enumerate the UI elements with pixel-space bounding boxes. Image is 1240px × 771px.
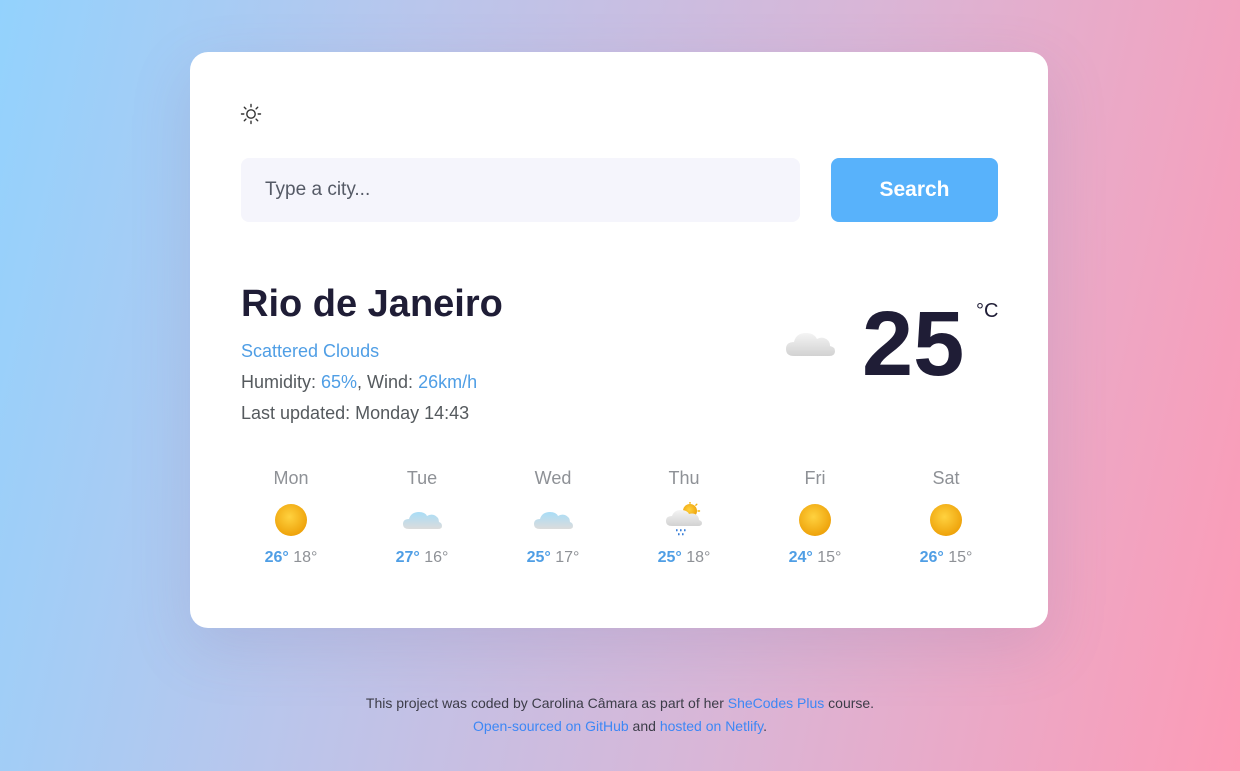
forecast-max: 25° [526, 549, 551, 566]
search-input[interactable] [241, 158, 800, 222]
forecast-day: Thu 25° 18° [634, 466, 734, 568]
forecast-day-name: Thu [668, 468, 700, 488]
current-temperature-block: 25 °C [780, 292, 1000, 402]
temperature-unit[interactable]: °C [976, 300, 998, 323]
forecast-min: 17° [555, 549, 580, 566]
forecast-min: 15° [817, 549, 842, 566]
forecast-temps: 26° 15° [896, 548, 996, 568]
netlify-link[interactable]: hosted on Netlify [660, 718, 763, 734]
forecast-max: 24° [788, 549, 813, 566]
forecast-max: 27° [395, 549, 420, 566]
forecast-day: Fri 24° 15° [765, 466, 865, 568]
github-link[interactable]: Open-sourced on GitHub [473, 718, 629, 734]
forecast: Mon 26° 18° Tue 27° 16° Wed 25° 17° Thu [241, 466, 1028, 576]
forecast-max: 26° [919, 549, 944, 566]
temperature-value: 25 [862, 293, 965, 395]
forecast-day: Sat 26° 15° [896, 466, 996, 568]
weather-details: Scattered Clouds Humidity: 65%, Wind: 26… [241, 336, 477, 429]
forecast-day-name: Sat [932, 468, 960, 488]
sun-cloud-rain-icon [666, 502, 702, 536]
forecast-day-name: Tue [406, 468, 438, 488]
last-updated: Last updated: Monday 14:43 [241, 403, 470, 423]
forecast-temps: 26° 18° [241, 548, 341, 568]
forecast-min: 18° [293, 549, 318, 566]
wind-value: 26km/h [418, 372, 478, 392]
footer-line-2: Open-sourced on GitHub and hosted on Net… [0, 715, 1240, 738]
forecast-day-name: Fri [804, 468, 826, 488]
sun-outline-icon[interactable] [240, 103, 262, 125]
search-button[interactable]: Search [831, 158, 998, 222]
forecast-temps: 24° 15° [765, 548, 865, 568]
weather-card: Search Rio de Janeiro Scattered Clouds H… [190, 52, 1048, 628]
footer-course: course. [824, 695, 875, 711]
humidity-label: Humidity: [241, 372, 322, 392]
forecast-max: 26° [264, 549, 289, 566]
forecast-temps: 27° 16° [372, 548, 472, 568]
forecast-min: 15° [948, 549, 973, 566]
sun-icon [799, 504, 831, 536]
wind-label: , Wind: [357, 372, 419, 392]
forecast-max: 25° [657, 549, 682, 566]
search-form: Search [241, 158, 998, 222]
forecast-day: Wed 25° 17° [503, 466, 603, 568]
forecast-day-name: Mon [273, 468, 309, 488]
cloud-icon [403, 512, 442, 529]
footer-period: . [763, 718, 767, 734]
forecast-temps: 25° 17° [503, 548, 603, 568]
weather-description: Scattered Clouds [241, 341, 380, 361]
forecast-min: 16° [424, 549, 449, 566]
shecodes-link[interactable]: SheCodes Plus [728, 695, 825, 711]
forecast-temps: 25° 18° [634, 548, 734, 568]
footer: This project was coded by Carolina Câmar… [0, 692, 1240, 738]
city-name: Rio de Janeiro [241, 283, 503, 325]
humidity-value: 65% [321, 372, 358, 392]
forecast-day: Tue 27° 16° [372, 466, 472, 568]
cloud-icon [534, 512, 573, 529]
sun-icon [930, 504, 962, 536]
humidity-wind-line: Humidity: 65%, Wind: 26km/h [241, 367, 477, 398]
footer-credit: This project was coded by Carolina Câmar… [365, 695, 728, 711]
footer-and: and [628, 718, 660, 734]
forecast-day: Mon 26° 18° [241, 466, 341, 568]
cloud-icon [784, 328, 836, 358]
forecast-min: 18° [686, 549, 711, 566]
forecast-day-name: Wed [534, 468, 572, 488]
footer-line-1: This project was coded by Carolina Câmar… [0, 692, 1240, 715]
sun-icon [275, 504, 307, 536]
